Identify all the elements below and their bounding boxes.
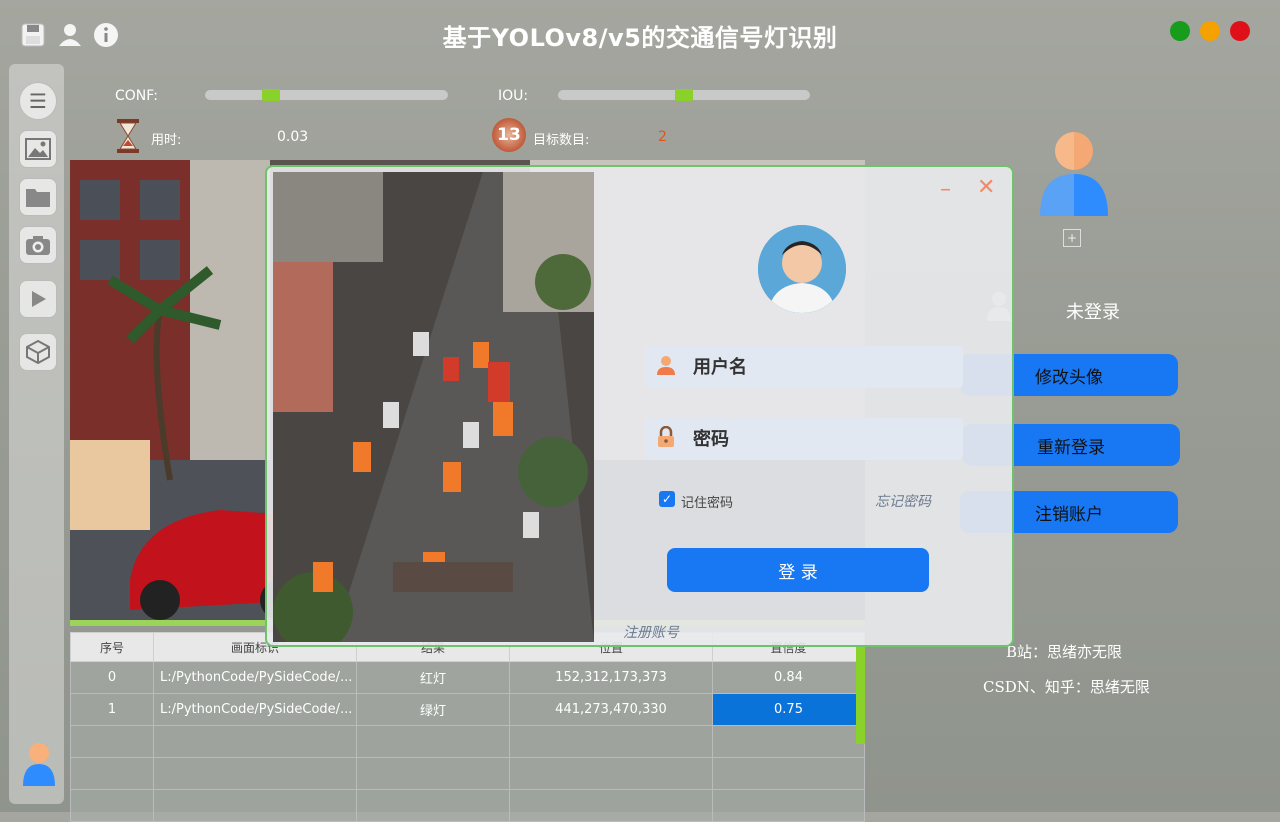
count-label: 目标数目: [533, 133, 590, 148]
password-field[interactable] [645, 418, 963, 460]
hourglass-icon [113, 118, 143, 154]
password-input[interactable] [691, 427, 945, 451]
table-row[interactable] [70, 757, 865, 790]
iou-slider[interactable] [558, 89, 810, 101]
table-cell: 1 [70, 693, 154, 726]
table-cell: L:/PythonCode/PySideCode/... [153, 661, 357, 694]
table-cell: 441,273,470,330 [509, 693, 713, 726]
model-icon[interactable] [19, 333, 57, 371]
iou-slider-handle[interactable] [675, 89, 693, 101]
credit-csdn: CSDN、知乎：思绪无限 [983, 678, 1150, 696]
time-value: 0.03 [277, 129, 309, 145]
remember-label: 记住密码 [681, 496, 734, 511]
maximize-light-icon[interactable] [1170, 21, 1190, 41]
time-label: 用时: [151, 133, 182, 148]
lock-icon [655, 425, 677, 452]
login-status: 未登录 [1066, 302, 1120, 323]
table-row[interactable] [70, 789, 865, 822]
table-cell: L:/PythonCode/PySideCode/... [153, 693, 357, 726]
conf-slider-handle[interactable] [262, 89, 280, 101]
forgot-password-link[interactable]: 忘记密码 [875, 491, 931, 511]
count-value: 2 [658, 129, 667, 145]
remember-checkbox[interactable]: ✓ [659, 491, 675, 507]
table-cell: 0.84 [712, 661, 865, 694]
target-count-badge: 13 [497, 125, 521, 145]
table-cell: 152,312,173,373 [509, 661, 713, 694]
target-count-icon: 13 [492, 118, 526, 152]
credit-bilibili: B站：思绪亦无限 [1006, 643, 1123, 661]
minimize-icon[interactable]: – [940, 177, 951, 202]
sidebar [9, 64, 64, 804]
login-button[interactable]: 登 录 [667, 548, 929, 592]
table-row[interactable]: 0 L:/PythonCode/PySideCode/... 红灯 152,31… [70, 661, 865, 694]
conf-label: CONF: [115, 88, 158, 104]
video-icon[interactable] [19, 280, 57, 318]
table-cell: 红灯 [356, 661, 510, 694]
camera-icon[interactable] [19, 226, 57, 264]
window-title: 基于YOLOv8/v5的交通信号灯识别 [442, 24, 838, 52]
iou-label: IOU: [498, 88, 529, 104]
register-link[interactable]: 注册账号 [623, 622, 679, 642]
table-row[interactable]: 1 L:/PythonCode/PySideCode/... 绿灯 441,27… [70, 693, 865, 726]
image-icon[interactable] [19, 130, 57, 168]
table-cell-selected: 0.75 [712, 693, 865, 726]
login-dialog: – ✕ ✓ 记住密码 忘记密码 登 录 注册账号 [265, 165, 1014, 647]
minimize-light-icon[interactable] [1200, 21, 1220, 41]
username-field[interactable] [645, 346, 963, 388]
conf-slider[interactable] [205, 89, 448, 101]
table-cell: 0 [70, 661, 154, 694]
user-avatar [758, 225, 846, 313]
results-table: 序号 画面标识 结果 位置 置信度 0 L:/PythonCode/PySide… [70, 632, 865, 822]
username-input[interactable] [691, 355, 945, 379]
close-icon[interactable]: ✕ [977, 175, 995, 200]
add-avatar-icon[interactable]: + [1063, 229, 1081, 247]
menu-icon[interactable]: ☰ [19, 82, 57, 120]
table-row[interactable] [70, 725, 865, 758]
col-header[interactable]: 序号 [70, 632, 154, 662]
folder-icon[interactable] [19, 178, 57, 216]
large-avatar-icon [1038, 130, 1110, 218]
close-light-icon[interactable] [1230, 21, 1250, 41]
user-input-icon [655, 354, 677, 380]
table-scrollbar[interactable] [856, 646, 865, 744]
avatar-icon[interactable] [20, 742, 58, 788]
table-cell: 绿灯 [356, 693, 510, 726]
login-illustration [273, 172, 594, 642]
